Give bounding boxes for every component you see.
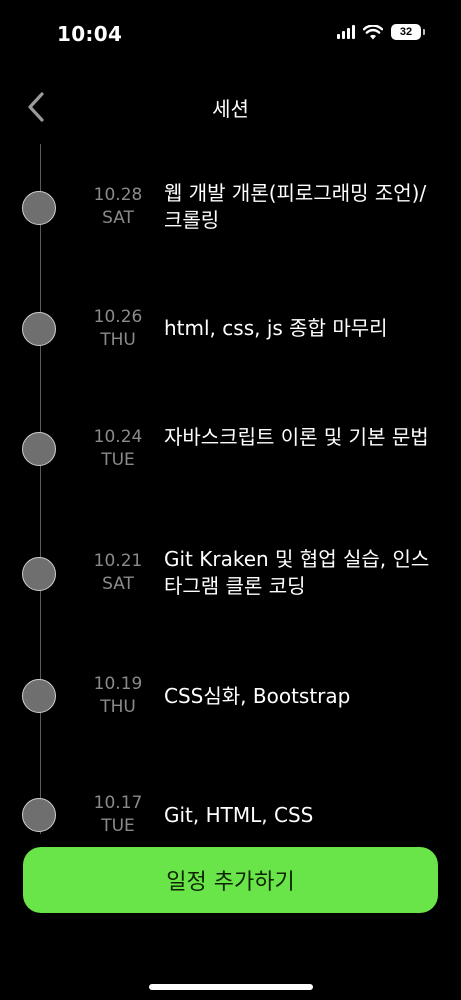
session-item[interactable]: 10.21 SAT Git Kraken 및 협업 실습, 인스타그램 클론 코… [0,543,461,633]
session-date-number: 10.19 [93,674,143,694]
session-item[interactable]: 10.24 TUE 자바스크립트 이론 및 기본 문법 [0,420,461,510]
session-date: 10.17 TUE [82,792,154,838]
timeline-dot [22,432,56,466]
session-title: Git Kraken 및 협업 실습, 인스타그램 클론 코딩 [164,547,430,598]
timeline-dot [22,679,56,713]
session-title: html, css, js 종합 마무리 [164,316,388,340]
timeline-dot [22,557,56,591]
session-title: Git, HTML, CSS [164,803,314,827]
session-day: THU [100,330,136,350]
session-date: 10.28 SAT [82,184,154,230]
timeline-dot [22,798,56,832]
session-date-number: 10.21 [93,551,143,571]
session-day: SAT [102,574,134,594]
session-date: 10.19 THU [82,673,154,719]
session-date: 10.24 TUE [82,426,154,472]
add-schedule-button[interactable]: 일정 추가하기 [23,847,438,913]
timeline-dot [22,191,56,225]
session-date-number: 10.24 [93,427,143,447]
session-day: TUE [101,450,135,470]
session-list: 10.28 SAT 웹 개발 개론(피로그래밍 조언)/크롤링 10.26 TH… [0,0,461,840]
session-day: THU [100,697,136,717]
session-date-number: 10.28 [93,185,143,205]
session-item[interactable]: 10.28 SAT 웹 개발 개론(피로그래밍 조언)/크롤링 [0,180,461,270]
session-date: 10.21 SAT [82,550,154,596]
session-title: 웹 개발 개론(피로그래밍 조언)/크롤링 [164,181,427,232]
session-day: SAT [102,208,134,228]
timeline-dot [22,312,56,346]
session-day: TUE [101,816,135,836]
session-date-number: 10.26 [93,307,143,327]
session-title: 자바스크립트 이론 및 기본 문법 [164,425,429,449]
home-indicator [149,984,313,990]
session-date: 10.26 THU [82,306,154,352]
session-item[interactable]: 10.26 THU html, css, js 종합 마무리 [0,300,461,390]
session-item[interactable]: 10.19 THU CSS심화, Bootstrap [0,667,461,757]
session-date-number: 10.17 [93,793,143,813]
session-title: CSS심화, Bootstrap [164,684,351,708]
